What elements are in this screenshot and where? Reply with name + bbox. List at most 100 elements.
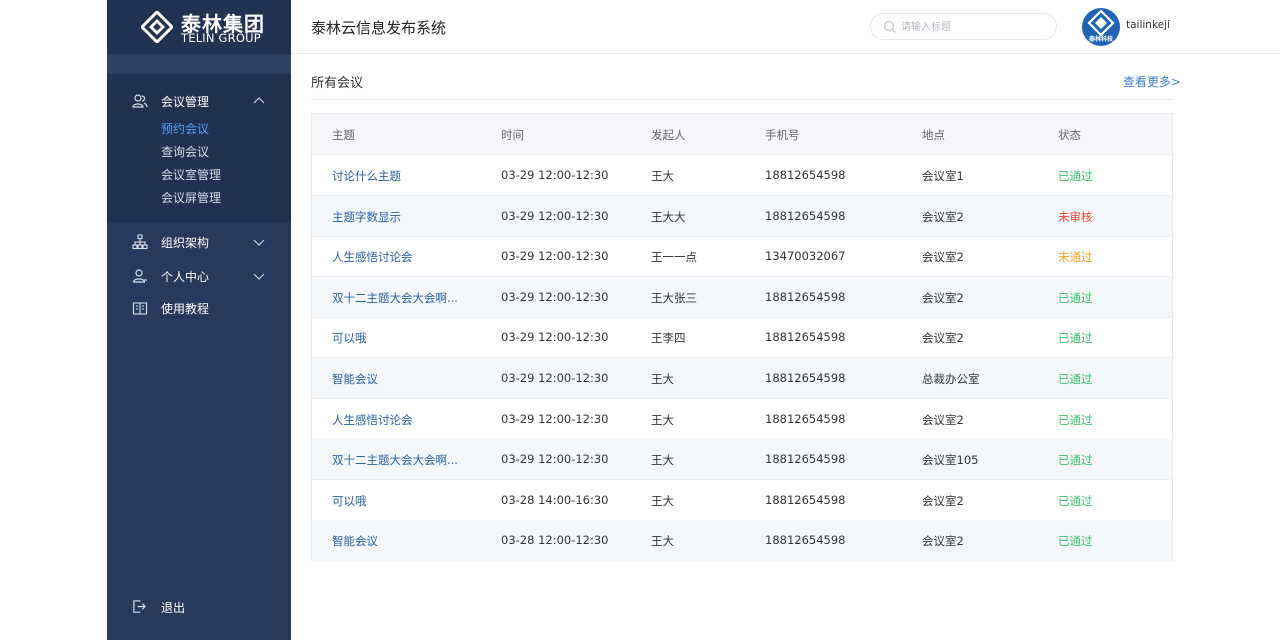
column-header-subject: 主题 (332, 128, 355, 142)
table-row[interactable]: 主题字数显示 03-29 12:00-12:30 王大大 18812654598 会议室… (312, 195, 1172, 237)
cell-subject[interactable]: 可以哦 (332, 330, 367, 346)
cell-subject[interactable]: 人生感悟讨论会 (332, 249, 413, 265)
cell-time: 03-29 12:00-12:30 (501, 249, 609, 264)
cell-host: 王大 (651, 453, 674, 468)
sidebar-item-meeting-management[interactable]: 会议管理 (107, 86, 291, 116)
cell-subject[interactable]: 人生感悟讨论会 (332, 412, 413, 428)
cell-phone: 18812654598 (765, 492, 846, 507)
cell-time: 03-29 12:00-12:30 (501, 371, 609, 385)
section-divider (311, 99, 1173, 100)
cell-phone: 18812654598 (765, 411, 846, 426)
users-icon (132, 94, 148, 108)
brand-logo[interactable]: 泰林集团 TELIN GROUP (107, 0, 291, 54)
table-row[interactable]: 人生感悟讨论会 03-29 12:00-12:30 王一一点 13470032067 会… (312, 236, 1172, 278)
cell-host: 王大 (651, 169, 674, 183)
cell-subject[interactable]: 主题字数显示 (332, 209, 401, 225)
cell-time: 03-29 12:00-12:30 (501, 330, 609, 345)
sidebar-item-personal-center[interactable]: 个人中心 (107, 261, 291, 291)
logout-button[interactable]: 退出 (107, 595, 291, 619)
brand-name-en: TELIN GROUP (181, 31, 261, 45)
cell-host: 王大 (651, 372, 674, 386)
cell-subject[interactable]: 讨论什么主题 (332, 168, 401, 184)
nav-divider-strip (107, 54, 291, 74)
sidebar-item-tutorial[interactable]: 使用教程 (107, 293, 291, 323)
meetings-table: 主题 时间 发起人 手机号 地点 状态 讨论什么主题 03-29 12:00-12… (311, 113, 1173, 562)
cell-host: 王大 (651, 493, 674, 508)
column-header-host: 发起人 (651, 128, 686, 142)
section-title: 所有会议 (311, 76, 364, 91)
sidebar-item-label: 会议管理 (161, 95, 210, 109)
cell-location: 会议室2 (922, 209, 964, 224)
cell-location: 会议室2 (922, 331, 964, 346)
cell-subject[interactable]: 智能会议 (332, 371, 378, 387)
username[interactable]: tailinkeji (1126, 19, 1170, 31)
table-row[interactable]: 人生感悟讨论会 03-29 12:00-12:30 王大 18812654598 会议室… (312, 399, 1172, 440)
column-header-location: 地点 (922, 128, 945, 142)
cell-subject[interactable]: 双十二主题大会大会啊... (332, 290, 458, 306)
cell-host: 王大 (651, 412, 674, 427)
meeting-menu-group: 会议管理 预约会议 查询会议 会议室管理 会议屏管理 (107, 74, 291, 222)
sidebar-subitem-screen-management[interactable]: 会议屏管理 (161, 189, 221, 206)
cell-phone: 18812654598 (765, 168, 846, 182)
app-window: 泰林集团 TELIN GROUP 会议管理 预约会议 查询会议 会议室管理 会议… (0, 0, 1280, 640)
cell-status: 已通过 (1058, 372, 1093, 386)
cell-phone: 18812654598 (765, 371, 846, 385)
cell-phone: 18812654598 (765, 208, 846, 223)
cell-location: 会议室2 (922, 493, 964, 508)
table-row[interactable]: 讨论什么主题 03-29 12:00-12:30 王大 18812654598 会议室1… (312, 155, 1172, 196)
table-row[interactable]: 可以哦 03-28 14:00-16:30 王大 18812654598 会议室2 已通过 (312, 480, 1172, 521)
page-title: 泰林云信息发布系统 (311, 19, 447, 37)
search-input[interactable] (901, 18, 1051, 36)
see-more-link[interactable]: 查看更多> (1123, 73, 1181, 90)
sidebar-item-label: 组织架构 (161, 236, 210, 250)
chevron-up-icon (253, 97, 265, 104)
cell-status: 未通过 (1058, 250, 1093, 265)
cell-time: 03-28 14:00-16:30 (501, 492, 609, 507)
cell-location: 会议室2 (922, 412, 964, 427)
avatar-label: 泰林科技 (1088, 36, 1113, 43)
user-icon (132, 269, 147, 283)
cell-subject[interactable]: 可以哦 (332, 493, 367, 509)
cell-phone: 13470032067 (765, 249, 846, 264)
cell-subject[interactable]: 双十二主题大会大会啊... (332, 452, 458, 468)
sidebar-subitem-query-meeting[interactable]: 查询会议 (161, 143, 209, 160)
book-icon (132, 302, 148, 315)
table-header-row: 主题 时间 发起人 手机号 地点 状态 (312, 114, 1172, 155)
sidebar-item-label: 个人中心 (161, 270, 210, 284)
cell-status: 未审核 (1058, 209, 1093, 224)
cell-time: 03-29 12:00-12:30 (501, 289, 609, 304)
brand-logo-icon (141, 11, 173, 43)
table-row[interactable]: 可以哦 03-29 12:00-12:30 王李四 18812654598 会议室2 已通… (312, 317, 1172, 359)
cell-status: 已通过 (1058, 534, 1093, 549)
cell-host: 王大张三 (651, 290, 697, 305)
table-row[interactable]: 智能会议 03-28 12:00-12:30 王大 18812654598 会议室2 已通… (312, 520, 1172, 562)
sidebar: 泰林集团 TELIN GROUP 会议管理 预约会议 查询会议 会议室管理 会议… (107, 0, 291, 640)
table-row[interactable]: 双十二主题大会大会啊... 03-29 12:00-12:30 王大 18812654… (312, 439, 1172, 481)
search-icon[interactable] (883, 20, 897, 34)
cell-phone: 18812654598 (765, 452, 846, 467)
org-chart-icon (132, 234, 148, 250)
sidebar-item-label: 使用教程 (161, 302, 210, 316)
cell-time: 03-28 12:00-12:30 (501, 533, 609, 548)
cell-location: 会议室105 (922, 453, 979, 468)
cell-location: 总裁办公室 (922, 372, 980, 386)
cell-subject[interactable]: 智能会议 (332, 533, 378, 549)
cell-status: 已通过 (1058, 412, 1093, 427)
column-header-status: 状态 (1058, 128, 1081, 142)
search-box[interactable] (870, 13, 1057, 40)
chevron-down-icon (253, 239, 265, 246)
cell-status: 已通过 (1058, 493, 1093, 508)
logout-icon (133, 600, 146, 613)
chevron-down-icon (253, 273, 265, 280)
avatar[interactable]: 泰林科技 (1082, 8, 1120, 46)
cell-location: 会议室2 (922, 534, 964, 549)
cell-status: 已通过 (1058, 169, 1093, 183)
cell-status: 已通过 (1058, 453, 1093, 468)
table-row[interactable]: 双十二主题大会大会啊... 03-29 12:00-12:30 王大张三 188126… (312, 276, 1172, 318)
cell-phone: 18812654598 (765, 289, 846, 304)
sidebar-subitem-book-meeting[interactable]: 预约会议 (161, 120, 209, 137)
cell-location: 会议室2 (922, 290, 964, 305)
table-row[interactable]: 智能会议 03-29 12:00-12:30 王大 18812654598 总裁办公室 已… (312, 358, 1172, 399)
sidebar-subitem-room-management[interactable]: 会议室管理 (161, 166, 221, 183)
sidebar-item-organization[interactable]: 组织架构 (107, 227, 291, 257)
